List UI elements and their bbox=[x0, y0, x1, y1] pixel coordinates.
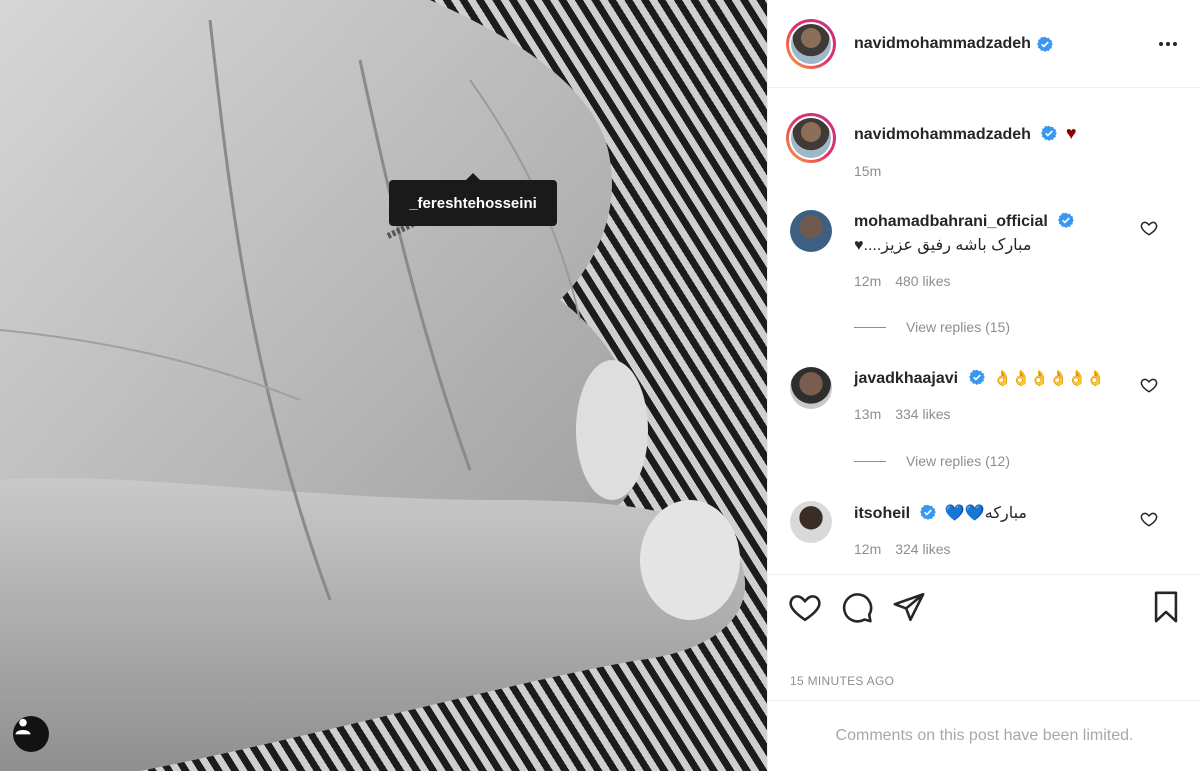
comment-username[interactable]: mohamadbahrani_official bbox=[854, 213, 1048, 230]
comment-like-icon[interactable] bbox=[1140, 219, 1158, 237]
user-tag-label: _fereshtehosseini bbox=[409, 194, 537, 212]
verified-badge-icon bbox=[1036, 36, 1053, 52]
comment-meta: 12m 480 likes bbox=[854, 273, 1154, 289]
comment-time: 12m bbox=[854, 541, 882, 557]
user-tag-tooltip[interactable]: _fereshtehosseini bbox=[389, 173, 557, 226]
comment-time: 13m bbox=[854, 406, 882, 422]
comment-username[interactable]: javadkhaajavi bbox=[854, 370, 958, 387]
comment-text: مبارک باشه رفیق عزیز....♥ bbox=[854, 237, 1032, 254]
post-actions bbox=[768, 575, 1200, 637]
send-icon[interactable] bbox=[892, 590, 926, 624]
comment-meta: 13m 334 likes bbox=[854, 406, 1154, 422]
post-sidebar: navidmohammadzadeh navidmohammadzadeh ♥ … bbox=[767, 0, 1200, 771]
hands-photo bbox=[0, 0, 746, 771]
comment-text: مبارکه💙💙 bbox=[944, 505, 1027, 522]
author-avatar[interactable] bbox=[786, 18, 836, 69]
comments-list[interactable]: navidmohammadzadeh ♥ 15m mohamadbahrani_… bbox=[768, 88, 1200, 575]
comment-likes[interactable]: 334 likes bbox=[895, 406, 950, 422]
view-replies-button[interactable]: View replies (15) bbox=[854, 319, 1010, 335]
comment-avatar[interactable] bbox=[790, 210, 832, 252]
comment-meta: 12m 324 likes bbox=[854, 541, 1154, 557]
view-replies-button[interactable]: View replies (12) bbox=[854, 453, 1010, 469]
verified-badge-icon bbox=[968, 369, 985, 385]
comment-likes[interactable]: 324 likes bbox=[895, 541, 950, 557]
comment-like-icon[interactable] bbox=[1140, 376, 1158, 394]
comment-likes[interactable]: 480 likes bbox=[895, 273, 950, 289]
bookmark-icon[interactable] bbox=[1149, 590, 1183, 624]
more-options-icon[interactable] bbox=[1157, 34, 1179, 54]
comment-icon[interactable] bbox=[840, 590, 874, 624]
comment-time: 12m bbox=[854, 273, 882, 289]
post-photo[interactable]: _fereshtehosseini bbox=[0, 0, 767, 771]
caption-time: 15m bbox=[854, 163, 882, 179]
comment-username[interactable]: itsoheil bbox=[854, 505, 910, 522]
comment-avatar[interactable] bbox=[790, 367, 832, 409]
tagged-users-button[interactable] bbox=[13, 716, 49, 752]
author-username[interactable]: navidmohammadzadeh bbox=[854, 35, 1031, 53]
verified-badge-icon bbox=[1041, 125, 1058, 141]
verified-badge-icon bbox=[1058, 212, 1075, 228]
post-timestamp[interactable]: 15 MINUTES AGO bbox=[790, 674, 894, 688]
comment-like-icon[interactable] bbox=[1140, 510, 1158, 528]
comments-limited-text: Comments on this post have been limited. bbox=[835, 727, 1134, 744]
comments-limited-notice: Comments on this post have been limited. bbox=[768, 700, 1200, 771]
heart-icon[interactable] bbox=[788, 590, 822, 624]
verified-badge-icon bbox=[920, 504, 937, 520]
post-header: navidmohammadzadeh bbox=[768, 0, 1200, 88]
comment-text: 👌👌👌👌👌👌 bbox=[992, 370, 1106, 387]
view-replies-label: View replies (12) bbox=[906, 453, 1011, 469]
caption-username[interactable]: navidmohammadzadeh bbox=[854, 126, 1031, 143]
caption-avatar[interactable] bbox=[786, 113, 836, 163]
comment-avatar[interactable] bbox=[790, 501, 832, 543]
caption-line: navidmohammadzadeh ♥ bbox=[854, 123, 1077, 144]
view-replies-label: View replies (15) bbox=[906, 319, 1011, 335]
caption-text: ♥ bbox=[1065, 123, 1077, 143]
user-icon bbox=[15, 718, 31, 735]
